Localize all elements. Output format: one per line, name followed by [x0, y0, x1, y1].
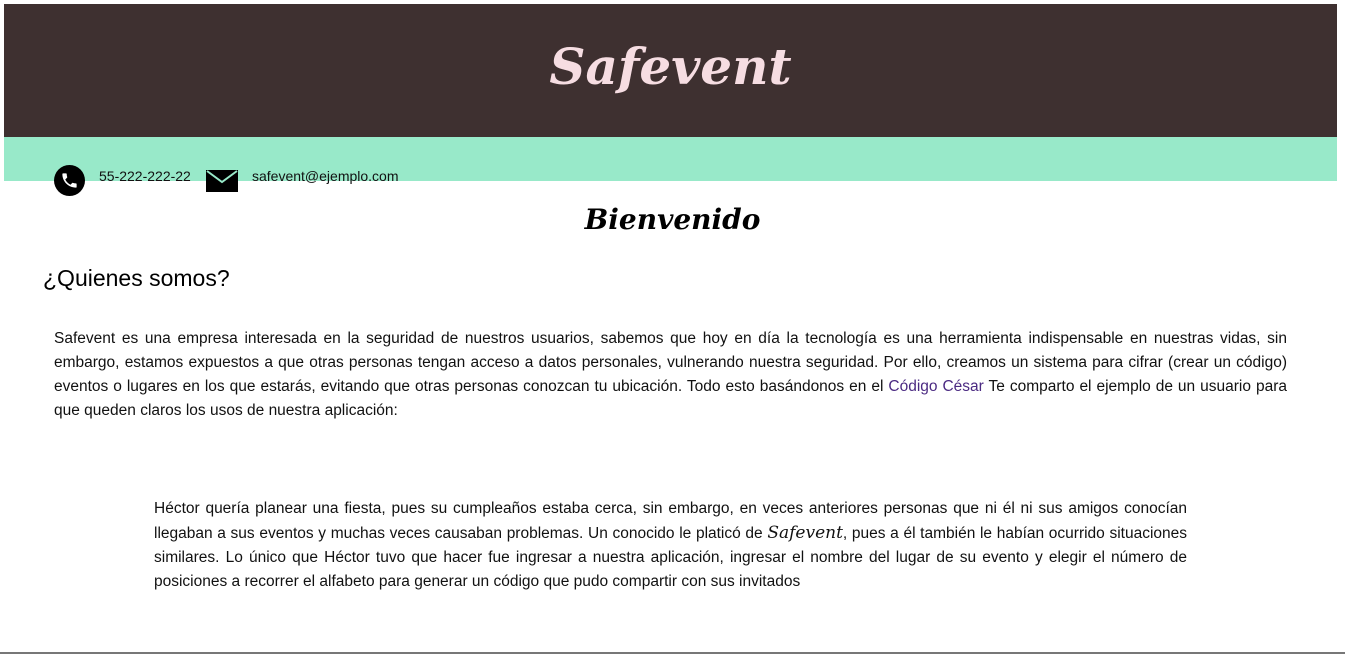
- section-title-quienes-somos: ¿Quienes somos?: [43, 265, 230, 291]
- story-brand-name: Safevent: [767, 523, 843, 543]
- brand-logo[interactable]: Safevent: [4, 42, 1337, 92]
- story-paragraph: Héctor quería planear una fiesta, pues s…: [154, 497, 1187, 594]
- intro-paragraph: Safevent es una empresa interesada en la…: [54, 327, 1287, 423]
- mail-icon: [206, 170, 238, 192]
- contact-bar: [4, 137, 1337, 181]
- email-address: safevent@ejemplo.com: [252, 168, 399, 184]
- welcome-heading: Bienvenido: [584, 203, 761, 236]
- phone-icon: [54, 165, 85, 196]
- codigo-cesar-link[interactable]: Código César: [888, 378, 983, 395]
- page: Safevent 55-222-222-22 safevent@ejemplo.…: [0, 0, 1345, 654]
- site-header: Safevent: [4, 4, 1337, 137]
- phone-number: 55-222-222-22: [99, 168, 191, 184]
